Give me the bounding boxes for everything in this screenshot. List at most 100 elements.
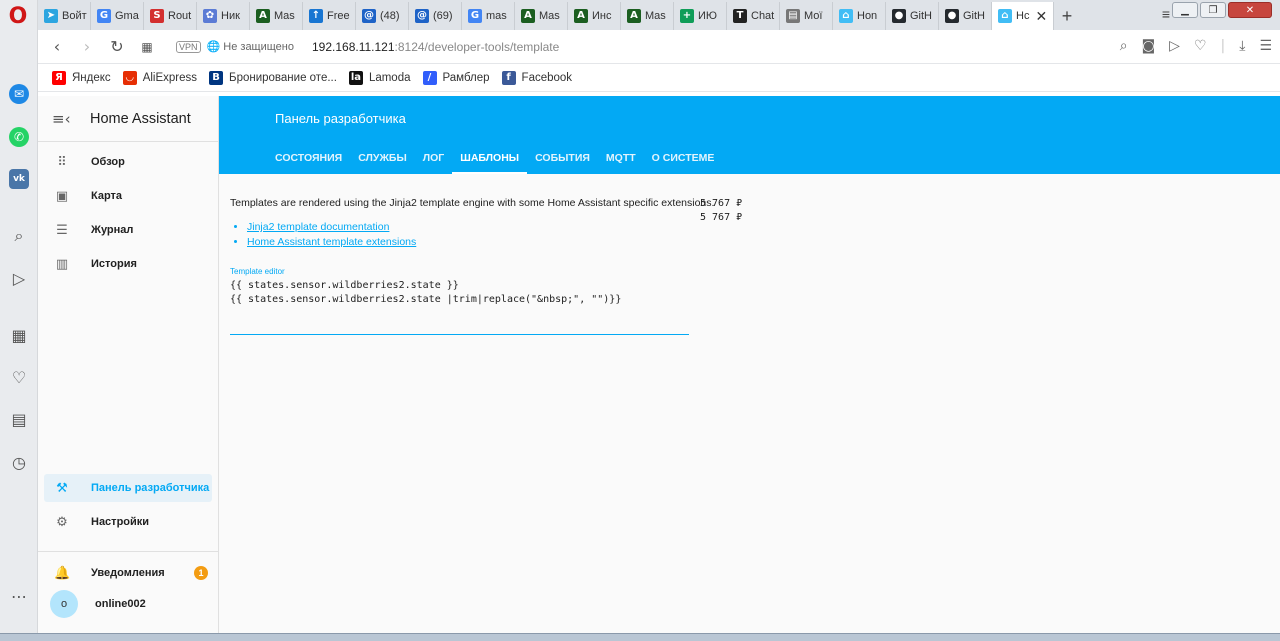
speed-dial-icon[interactable]: ▦ bbox=[9, 325, 29, 345]
sidebar-item-history[interactable]: ▥ История bbox=[44, 250, 212, 278]
browser-tab[interactable]: ↑ Free bbox=[303, 2, 356, 30]
opera-logo-icon[interactable]: O bbox=[8, 6, 28, 28]
browser-tab[interactable]: @ (69) bbox=[409, 2, 462, 30]
template-result: 5 767 ₽ 5 767 ₽ bbox=[700, 197, 742, 225]
browser-tab[interactable]: A Mas bbox=[515, 2, 568, 30]
github-icon: ● bbox=[945, 9, 959, 23]
page-title: Панель разработчика bbox=[275, 111, 406, 126]
sidebar-item-developer-tools[interactable]: ⚒ Панель разработчика bbox=[44, 474, 212, 502]
a-icon: A bbox=[574, 9, 588, 23]
tab-mqtt[interactable]: MQTT bbox=[598, 148, 644, 174]
bookmark-item[interactable]: f Facebook bbox=[501, 70, 572, 85]
jinja-docs-link[interactable]: Jinja2 template documentation bbox=[247, 221, 389, 233]
download-icon[interactable]: ⤓ bbox=[1239, 38, 1245, 54]
browser-tab[interactable]: A Mas bbox=[250, 2, 303, 30]
more-icon[interactable]: ⋯ bbox=[9, 586, 29, 606]
doc-links: Jinja2 template documentation Home Assis… bbox=[247, 221, 416, 251]
camera-icon[interactable]: ◙ bbox=[1142, 38, 1156, 54]
tab-events[interactable]: СОБЫТИЯ bbox=[527, 148, 598, 174]
heart-icon[interactable]: ♡ bbox=[9, 367, 29, 387]
bookmark-label: Lamoda bbox=[368, 71, 411, 84]
rambler-icon: / bbox=[422, 70, 437, 85]
browser-tab[interactable]: Gmas bbox=[462, 2, 515, 30]
bookmark-item[interactable]: Я Яндекс bbox=[52, 70, 111, 85]
browser-tab[interactable]: ⌂ Hon bbox=[833, 2, 886, 30]
share-icon[interactable]: ▷ bbox=[1169, 38, 1180, 54]
browser-tab[interactable]: A Инс bbox=[568, 2, 621, 30]
easy-setup-icon[interactable]: ☰ bbox=[1259, 38, 1272, 54]
bookmark-heart-icon[interactable]: ♡ bbox=[1194, 38, 1207, 54]
close-tab-icon[interactable]: ✕ bbox=[1035, 8, 1047, 25]
tab-label: Ник bbox=[221, 10, 240, 22]
restore-button[interactable]: ❐ bbox=[1200, 2, 1226, 18]
browser-tab[interactable]: T Chat bbox=[727, 2, 780, 30]
plus-icon: + bbox=[680, 9, 694, 23]
developer-tabs: СОСТОЯНИЯ СЛУЖБЫ ЛОГ ШАБЛОНЫ СОБЫТИЯ MQT… bbox=[267, 148, 722, 174]
sidebar-item-overview[interactable]: ⠿ Обзор bbox=[44, 148, 212, 176]
url-host[interactable]: 192.168.11.121 bbox=[312, 40, 395, 54]
browser-tab[interactable]: + ИЮ bbox=[674, 2, 727, 30]
minimize-button[interactable]: ▁ bbox=[1172, 2, 1198, 18]
bookmark-item[interactable]: ◡ AliExpress bbox=[122, 70, 197, 85]
grid-icon: ⠿ bbox=[57, 154, 67, 170]
close-window-button[interactable]: ✕ bbox=[1228, 2, 1272, 18]
search-icon[interactable]: ⌕ bbox=[9, 226, 29, 246]
menu-collapse-icon[interactable]: ≡‹ bbox=[52, 110, 76, 128]
editor-line: {{ states.sensor.wildberries2.state |tri… bbox=[230, 294, 622, 305]
bookmark-item[interactable]: la Lamoda bbox=[348, 70, 411, 85]
news-icon[interactable]: ▤ bbox=[9, 409, 29, 429]
tabs-grid-icon[interactable]: ▦ bbox=[132, 40, 162, 54]
sidebar-item-logbook[interactable]: ☰ Журнал bbox=[44, 216, 212, 244]
browser-tab[interactable]: ● GitH bbox=[939, 2, 992, 30]
forward-icon[interactable]: › bbox=[72, 37, 102, 56]
url-path[interactable]: :8124/developer-tools/template bbox=[395, 40, 560, 54]
browser-tab[interactable]: ➤ Войт bbox=[38, 2, 91, 30]
vk-icon[interactable]: vk bbox=[9, 169, 29, 189]
reload-icon[interactable]: ↻ bbox=[102, 37, 132, 56]
security-status[interactable]: 🌐 Не защищено bbox=[207, 40, 294, 53]
send-icon[interactable]: ▷ bbox=[9, 268, 29, 288]
home-assistant-icon: ⌂ bbox=[998, 9, 1012, 23]
messenger-icon[interactable]: ✉ bbox=[9, 84, 29, 104]
browser-tab[interactable]: A Mas bbox=[621, 2, 674, 30]
list-item: Jinja2 template documentation bbox=[247, 221, 416, 233]
bookmark-item[interactable]: / Рамблер bbox=[422, 70, 490, 85]
browser-tab[interactable]: ✿ Ник bbox=[197, 2, 250, 30]
sidebar-title: Home Assistant bbox=[90, 110, 191, 127]
bookmark-item[interactable]: B Бронирование оте... bbox=[209, 70, 337, 85]
tab-label: ИЮ bbox=[698, 10, 718, 22]
sidebar-header: ≡‹ Home Assistant bbox=[38, 96, 218, 142]
tab-label: Hc bbox=[1016, 10, 1030, 22]
sidebar-item-profile[interactable]: o online002 bbox=[44, 589, 212, 619]
whatsapp-icon[interactable]: ✆ bbox=[9, 127, 29, 147]
tab-menu-icon[interactable]: ≡ bbox=[1162, 6, 1170, 22]
browser-tab[interactable]: ⌂ Hc ✕ bbox=[992, 2, 1054, 30]
tab-info[interactable]: О СИСТЕМЕ bbox=[644, 148, 723, 174]
vpn-badge[interactable]: VPN bbox=[176, 40, 201, 53]
browser-tab[interactable]: S Rout bbox=[144, 2, 197, 30]
home-assistant-icon: ⌂ bbox=[839, 9, 853, 23]
sidebar-item-notifications[interactable]: 🔔 Уведомления 1 bbox=[44, 559, 212, 587]
sidebar-item-map[interactable]: ▣ Карта bbox=[44, 182, 212, 210]
sidebar-item-settings[interactable]: ⚙ Настройки bbox=[44, 508, 212, 536]
tab-label: Инс bbox=[592, 10, 612, 22]
back-icon[interactable]: ‹ bbox=[42, 37, 72, 56]
new-tab-button[interactable]: + bbox=[1054, 2, 1080, 30]
history-clock-icon[interactable]: ◷ bbox=[9, 452, 29, 472]
browser-tab[interactable]: G Gma bbox=[91, 2, 144, 30]
tab-states[interactable]: СОСТОЯНИЯ bbox=[267, 148, 350, 174]
tab-log[interactable]: ЛОГ bbox=[415, 148, 453, 174]
browser-tab[interactable]: ● GitH bbox=[886, 2, 939, 30]
browser-tab[interactable]: @ (48) bbox=[356, 2, 409, 30]
ha-template-extensions-link[interactable]: Home Assistant template extensions bbox=[247, 236, 416, 248]
map-icon: ▣ bbox=[55, 188, 69, 204]
search-page-icon[interactable]: ⌕ bbox=[1120, 38, 1128, 54]
tab-services[interactable]: СЛУЖБЫ bbox=[350, 148, 415, 174]
template-editor[interactable]: {{ states.sensor.wildberries2.state }} {{… bbox=[230, 279, 689, 335]
browser-tab[interactable]: ▤ Мої bbox=[780, 2, 833, 30]
tab-templates[interactable]: ШАБЛОНЫ bbox=[452, 148, 528, 174]
a-icon: A bbox=[256, 9, 270, 23]
bookmark-label: Рамблер bbox=[442, 71, 490, 84]
tab-label: mas bbox=[486, 10, 507, 22]
mail-at-icon: @ bbox=[362, 9, 376, 23]
